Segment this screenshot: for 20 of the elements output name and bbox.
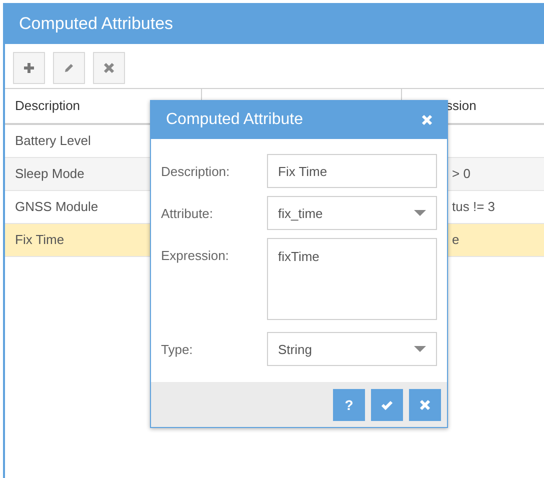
cancel-icon: [419, 398, 431, 410]
cancel-button[interactable]: [409, 388, 441, 420]
remove-icon: [103, 62, 115, 74]
dropdown-arrow-icon: [414, 346, 426, 352]
close-button[interactable]: [421, 114, 433, 126]
dropdown[interactable]: fix_time: [267, 196, 437, 230]
dropdown[interactable]: String: [267, 332, 437, 366]
remove-button[interactable]: [93, 52, 125, 84]
save-button[interactable]: [371, 388, 403, 420]
close-icon: [421, 114, 433, 126]
plus-icon: [23, 62, 35, 74]
dropdown-arrow-icon: [414, 210, 426, 216]
add-button[interactable]: [13, 52, 45, 84]
check-icon: [381, 398, 393, 410]
pencil-icon: [63, 62, 75, 74]
edit-button[interactable]: [53, 52, 85, 84]
field-label: Type:: [161, 342, 194, 356]
input-field[interactable]: Fix Time: [267, 154, 437, 188]
expression-field[interactable]: fixTime: [267, 238, 437, 320]
window-title: Computed Attributes: [5, 3, 544, 44]
